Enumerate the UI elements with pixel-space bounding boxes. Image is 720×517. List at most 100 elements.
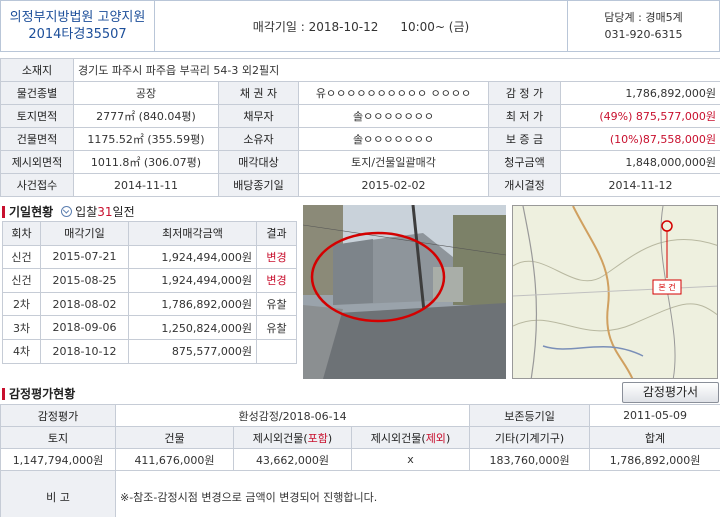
round-cell: 신건 (2, 268, 41, 293)
building-area-label: 건물면적 (0, 127, 74, 151)
history-title: 기일현황 (9, 205, 54, 219)
result-cell: 유찰 (256, 315, 297, 340)
table-row: 감정평가 환성감정/2018-06-14 보존등기일 2011-05-09 (0, 404, 720, 427)
table-row: 건물면적 1175.52㎡ (355.59평) 소유자 솔ㅇㅇㅇㅇㅇㅇㅇ 보 증… (0, 127, 720, 151)
land-value: 1,147,794,000원 (0, 448, 116, 471)
col-price: 최저매각금액 (128, 221, 257, 246)
note-label: 비 고 (0, 470, 116, 517)
date-cell: 2015-08-25 (40, 268, 129, 293)
table-row: 4차 2018-10-12 875,577,000원 (2, 338, 297, 364)
dday-number: 31 (97, 204, 113, 219)
history-table: 회차 매각기일 최저매각금액 결과 신건 2015-07-21 1,924,49… (2, 221, 297, 364)
col-building: 건물 (115, 426, 234, 449)
result-cell: 유찰 (256, 291, 297, 317)
dday-suffix: 일전 (112, 205, 135, 219)
table-row: 토지면적 2777㎡ (840.04평) 채무자 솔ㅇㅇㅇㅇㅇㅇㅇ 최 저 가 … (0, 104, 720, 128)
round-cell: 4차 (2, 338, 41, 364)
clock-check-icon (61, 206, 73, 217)
table-row: 3차 2018-09-06 1,250,824,000원 유찰 (2, 315, 297, 340)
price-cell: 1,924,494,000원 (128, 244, 257, 270)
appraisal-label: 감정평가 (0, 404, 116, 427)
date-cell: 2018-10-12 (40, 338, 129, 364)
col-total: 합계 (589, 426, 720, 449)
location-map[interactable]: 본 건 (512, 205, 718, 379)
claim-label: 청구금액 (488, 150, 561, 174)
price-cell: 1,250,824,000원 (128, 315, 257, 340)
debtor-label: 채무자 (218, 104, 299, 128)
table-row: 신건 2015-08-25 1,924,494,000원 변경 (2, 268, 297, 293)
price-cell: 1,924,494,000원 (128, 268, 257, 293)
excl-suffix: ) (445, 431, 451, 445)
table-row: 물건종별 공장 채 권 자 유ㅇㅇㅇㅇㅇㅇㅇㅇㅇㅇ ㅇㅇㅇㅇ 감 정 가 1,7… (0, 81, 720, 105)
sale-date: 매각기일 : 2018-10-12 (252, 19, 379, 34)
section-marker-icon (2, 387, 5, 400)
dept-block: 담당계 : 경매5계 031-920-6315 (567, 1, 719, 51)
excluded-area-label: 제시외면적 (0, 150, 74, 174)
excl-value: x (350, 448, 471, 471)
dday-prefix: 입찰 (75, 205, 98, 219)
date-cell: 2015-07-21 (40, 244, 129, 270)
appraisal-report-button[interactable]: 감정평가서 (622, 382, 719, 403)
property-info-table: 소재지 경기도 파주시 파주읍 부곡리 54-3 외2필지 물건종별 공장 채 … (0, 58, 720, 197)
table-row: 소재지 경기도 파주시 파주읍 부곡리 54-3 외2필지 (0, 58, 720, 82)
note-value: ※-참조-감정시점 변경으로 금액이 변경되어 진행합니다. (114, 470, 720, 517)
incl-prefix: 제시외건물( (252, 431, 308, 445)
col-incl: 제시외건물(포함) (233, 426, 352, 449)
sale-date-block: 매각기일 : 2018-10-12 10:00~ (금) (155, 1, 567, 51)
type-value: 공장 (73, 81, 219, 105)
result-cell: 변경 (256, 244, 297, 270)
address-label: 소재지 (0, 58, 74, 82)
table-header-row: 토지 건물 제시외건물(포함) 제시외건물(제외) 기타(기계기구) 합계 (0, 426, 720, 449)
registration-date: 2011-05-09 (589, 404, 720, 427)
creditor-label: 채 권 자 (218, 81, 299, 105)
case-header: 의정부지방법원 고양지원 2014타경35507 매각기일 : 2018-10-… (0, 0, 720, 52)
sale-target-value: 토지/건물일괄매각 (298, 150, 489, 174)
deposit-value: (10%)87,558,000원 (559, 127, 720, 151)
building-area-value: 1175.52㎡ (355.59평) (73, 127, 219, 151)
round-cell: 2차 (2, 291, 41, 317)
incl-highlight: 포함 (307, 431, 328, 445)
etc-value: 183,760,000원 (469, 448, 591, 471)
round-cell: 신건 (2, 244, 41, 270)
col-result: 결과 (256, 221, 297, 246)
creditor-value: 유ㅇㅇㅇㅇㅇㅇㅇㅇㅇㅇ ㅇㅇㅇㅇ (298, 81, 489, 105)
dept-name: 담당계 : 경매5계 (604, 11, 683, 24)
price-cell: 1,786,892,000원 (128, 291, 257, 317)
type-label: 물건종별 (0, 81, 74, 105)
debtor-value: 솔ㅇㅇㅇㅇㅇㅇㅇ (298, 104, 489, 128)
table-row: 2차 2018-08-02 1,786,892,000원 유찰 (2, 291, 297, 317)
court-block: 의정부지방법원 고양지원 2014타경35507 (1, 1, 155, 51)
registration-label: 보존등기일 (469, 404, 591, 427)
sale-target-label: 매각대상 (218, 150, 299, 174)
start-label: 개시결정 (488, 173, 561, 197)
excluded-area-value: 1011.8㎡ (306.07평) (73, 150, 219, 174)
start-value: 2014-11-12 (559, 173, 720, 197)
case-number: 2014타경35507 (28, 27, 127, 42)
excl-prefix: 제시외건물( (370, 431, 426, 445)
appraisal-section-title: 감정평가현황 (2, 385, 75, 402)
appraisal-title: 감정평가현황 (9, 387, 76, 401)
round-cell: 3차 (2, 315, 41, 340)
deposit-label: 보 증 금 (488, 127, 561, 151)
min-price-label: 최 저 가 (488, 104, 561, 128)
property-photo[interactable] (303, 205, 506, 379)
history-section-title: 기일현황 입찰 31 일전 (2, 203, 135, 220)
col-date: 매각기일 (40, 221, 129, 246)
claim-value: 1,848,000,000원 (559, 150, 720, 174)
appraisal-value: 1,786,892,000원 (559, 81, 720, 105)
table-header-row: 회차 매각기일 최저매각금액 결과 (2, 221, 297, 246)
min-price-value: (49%) 875,577,000원 (559, 104, 720, 128)
receipt-label: 사건접수 (0, 173, 74, 197)
col-round: 회차 (2, 221, 41, 246)
map-illustration: 본 건 (513, 206, 717, 378)
table-row: 비 고 ※-참조-감정시점 변경으로 금액이 변경되어 진행합니다. (0, 470, 720, 517)
map-marker-label: 본 건 (658, 282, 675, 292)
table-row: 신건 2015-07-21 1,924,494,000원 변경 (2, 244, 297, 270)
date-cell: 2018-09-06 (40, 315, 129, 340)
appraisal-label: 감 정 가 (488, 81, 561, 105)
court-name: 의정부지방법원 고양지원 (9, 10, 146, 25)
owner-label: 소유자 (218, 127, 299, 151)
photo-illustration (303, 205, 506, 379)
excl-highlight: 제외 (425, 431, 446, 445)
section-marker-icon (2, 205, 5, 218)
